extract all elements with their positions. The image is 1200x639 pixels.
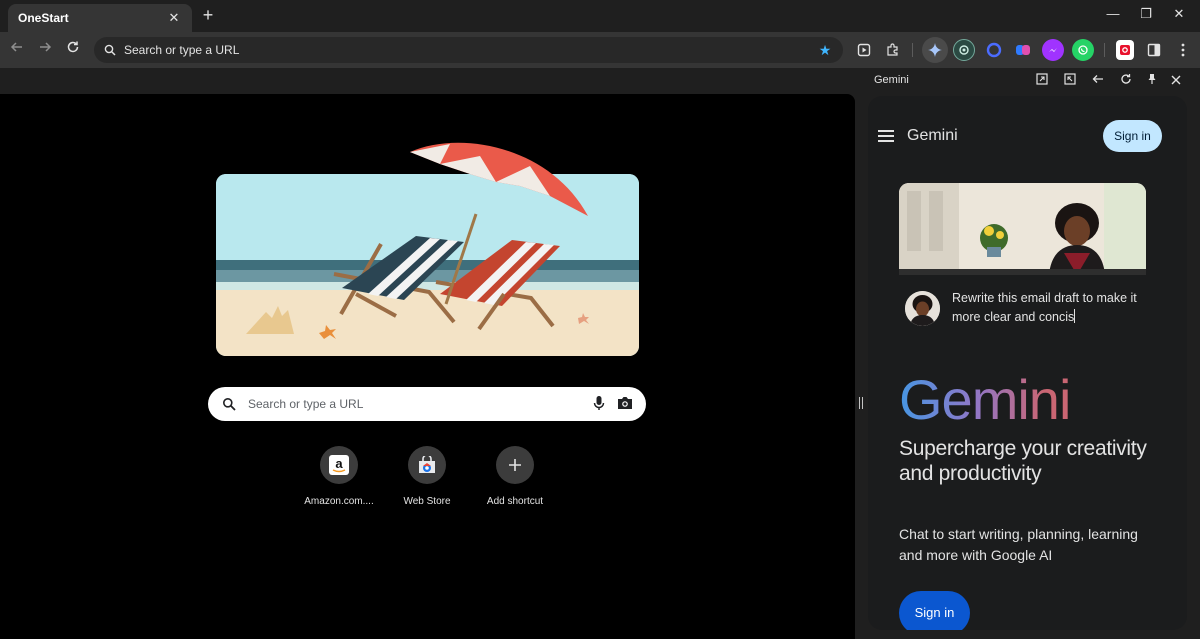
onestart-badge-icon xyxy=(1120,45,1130,55)
bookmark-star-icon[interactable]: ★ xyxy=(813,42,837,59)
side-panel-button[interactable] xyxy=(1143,39,1165,61)
popout-button[interactable] xyxy=(1061,72,1079,90)
gemini-subtext: Chat to start writing, planning, learnin… xyxy=(899,526,1138,563)
shortcut-amazon[interactable]: a Amazon.com.... xyxy=(295,446,383,507)
voice-search-button[interactable] xyxy=(586,395,612,414)
reload-icon xyxy=(1121,74,1131,84)
tab-close-icon[interactable]: ✕ xyxy=(166,10,182,26)
shortcut-label: Amazon.com.... xyxy=(304,496,374,507)
whatsapp-icon xyxy=(1078,45,1088,55)
open-in-new-icon xyxy=(1036,73,1048,85)
shortcut-tile xyxy=(408,446,446,484)
omnibox[interactable]: Search or type a URL ★ xyxy=(94,37,843,63)
example-prompt-text: Rewrite this email draft to make it more… xyxy=(952,291,1137,324)
reload-button[interactable] xyxy=(63,40,83,60)
opera-button[interactable] xyxy=(983,39,1005,61)
ntp-search-placeholder: Search or type a URL xyxy=(248,397,364,411)
example-prompt: Rewrite this email draft to make it more… xyxy=(952,289,1152,327)
user-avatar xyxy=(905,291,940,326)
open-in-tab-button[interactable] xyxy=(1033,72,1051,90)
toolbar-separator xyxy=(912,43,913,57)
puzzle-extensions-icon xyxy=(887,43,898,56)
panel-close-button[interactable] xyxy=(1167,72,1185,90)
amazon-icon: a xyxy=(329,455,349,475)
umbrella-illustration xyxy=(400,136,600,236)
text-caret xyxy=(1074,309,1076,323)
shortcut-web-store[interactable]: Web Store xyxy=(383,446,471,507)
menu-button[interactable] xyxy=(1172,39,1194,61)
microphone-icon xyxy=(593,395,605,410)
tab-onestart[interactable]: OneStart ✕ xyxy=(8,4,192,32)
messenger-button[interactable] xyxy=(1042,39,1064,61)
web-store-icon xyxy=(419,456,435,473)
popout-icon xyxy=(1064,73,1076,85)
gemini-brand-title: Gemini xyxy=(907,127,958,144)
copilot-icon xyxy=(1016,45,1030,55)
gemini-panel: Gemini Sign in Rewrite this email draft … xyxy=(868,96,1187,630)
woman-at-laptop-photo xyxy=(899,183,1146,275)
pin-icon xyxy=(1148,74,1156,84)
side-panel-icon xyxy=(1147,43,1161,57)
onestart-badge-button[interactable] xyxy=(1116,40,1134,60)
messenger-icon xyxy=(1049,48,1057,52)
more-vert-icon xyxy=(1181,43,1185,57)
sign-in-button-top[interactable]: Sign in xyxy=(1103,120,1162,152)
shortcut-tile xyxy=(496,446,534,484)
hamburger-menu-icon[interactable] xyxy=(878,130,894,145)
gemini-headline: Supercharge your creativity and producti… xyxy=(899,437,1147,485)
toolbar-separator xyxy=(1104,43,1105,57)
media-icon xyxy=(857,43,871,57)
back-button[interactable] xyxy=(7,40,27,60)
side-panel-title: Gemini xyxy=(874,74,909,86)
browser-window: OneStart ✕ + — ❐ ✕ Search or type a URL … xyxy=(0,0,1200,639)
plus-icon xyxy=(509,459,521,471)
forward-arrow-icon xyxy=(40,42,52,52)
back-arrow-icon xyxy=(1092,75,1103,83)
shortcut-add[interactable]: Add shortcut xyxy=(471,446,559,507)
extensions-button[interactable] xyxy=(882,39,904,61)
promo-photo xyxy=(899,183,1146,275)
copilot-button[interactable] xyxy=(1012,39,1034,61)
ntp-search-box[interactable]: Search or type a URL xyxy=(208,387,646,421)
whatsapp-button[interactable] xyxy=(1072,39,1094,61)
close-icon xyxy=(1171,75,1181,85)
camera-icon xyxy=(618,396,632,409)
tab-strip: OneStart ✕ + — ❐ ✕ xyxy=(0,0,1200,32)
tab-title: OneStart xyxy=(18,11,69,25)
toolbar: Search or type a URL ★ xyxy=(0,32,1200,68)
reload-icon xyxy=(67,41,79,53)
media-control-button[interactable] xyxy=(853,39,875,61)
search-icon xyxy=(223,398,236,411)
shortcut-tile: a xyxy=(320,446,358,484)
restore-button[interactable]: ❐ xyxy=(1131,6,1161,26)
shortcut-label: Web Store xyxy=(403,496,451,507)
image-search-button[interactable] xyxy=(612,396,638,413)
search-icon xyxy=(104,44,116,56)
panel-back-button[interactable] xyxy=(1089,72,1107,90)
side-panel-header: Gemini xyxy=(856,68,1200,94)
shortcut-label: Add shortcut xyxy=(486,496,544,507)
gemini-button[interactable] xyxy=(922,37,948,63)
minimize-button[interactable]: — xyxy=(1098,6,1128,26)
sign-in-button-bottom[interactable]: Sign in xyxy=(899,591,970,630)
forward-button[interactable] xyxy=(35,40,55,60)
gemini-logo: Gemini xyxy=(899,368,1071,431)
new-tab-button[interactable]: + xyxy=(198,6,218,26)
svg-text:a: a xyxy=(335,456,343,471)
side-panel-resize-handle[interactable] xyxy=(859,396,865,409)
chatgpt-icon xyxy=(959,45,969,55)
chatgpt-button[interactable] xyxy=(953,39,975,61)
beach-umbrella-icon xyxy=(410,142,588,216)
back-arrow-icon xyxy=(10,42,22,52)
close-window-button[interactable]: ✕ xyxy=(1164,6,1194,26)
gemini-spark-icon xyxy=(928,43,942,57)
pin-button[interactable] xyxy=(1143,72,1161,90)
new-tab-page: Search or type a URL a Amazon.com.... We… xyxy=(0,94,855,639)
panel-reload-button[interactable] xyxy=(1117,72,1135,90)
avatar-photo xyxy=(905,291,940,326)
omnibox-placeholder: Search or type a URL xyxy=(124,43,240,57)
opera-ring-icon xyxy=(986,42,1002,58)
